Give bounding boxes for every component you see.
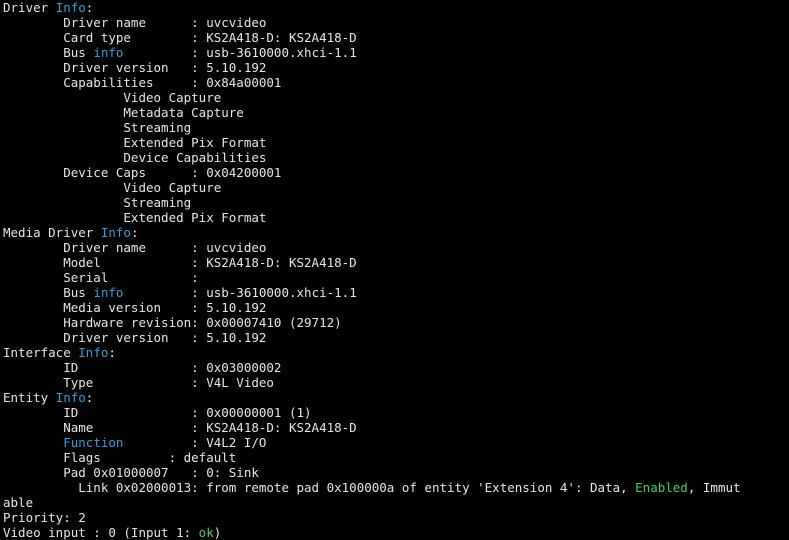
terminal-line: Streaming — [3, 195, 789, 210]
line-text: Driver name : uvcvideo — [3, 240, 267, 255]
keyword-highlight: info — [93, 285, 124, 300]
line-text: Extended Pix Format — [3, 135, 267, 150]
line-text: Type : V4L Video — [3, 375, 274, 390]
line-text: Driver version : 5.10.192 — [3, 330, 267, 345]
terminal-line: Media Driver Info: — [3, 225, 789, 240]
status-highlight: ok — [198, 525, 214, 540]
keyword-highlight: Function — [63, 435, 124, 450]
line-text: : V4L2 I/O — [123, 435, 267, 450]
terminal-line: Pad 0x01000007 : 0: Sink — [3, 465, 789, 480]
line-text: Flags : default — [3, 450, 237, 465]
line-text: ID : 0x00000001 (1) — [3, 405, 312, 420]
line-text: Driver name : uvcvideo — [3, 15, 267, 30]
line-text: Entity — [3, 390, 56, 405]
line-text: , Immut — [687, 480, 741, 495]
terminal-line: Priority: 2 — [3, 510, 789, 525]
keyword-highlight: info — [93, 45, 124, 60]
terminal-line: Type : V4L Video — [3, 375, 789, 390]
terminal-line: Extended Pix Format — [3, 210, 789, 225]
line-text: : usb-3610000.xhci-1.1 — [123, 285, 357, 300]
line-text: Model : KS2A418-D: KS2A418-D — [3, 255, 357, 270]
line-text: Metadata Capture — [3, 105, 244, 120]
keyword-highlight: Info — [55, 390, 86, 405]
terminal-line: Interface Info: — [3, 345, 789, 360]
terminal-line: Video Capture — [3, 90, 789, 105]
line-text: Driver — [3, 0, 56, 15]
line-text: Hardware revision: 0x00007410 (29712) — [3, 315, 342, 330]
line-text: Driver version : 5.10.192 — [3, 60, 267, 75]
keyword-highlight: Info — [100, 225, 131, 240]
terminal-line: Function : V4L2 I/O — [3, 435, 789, 450]
keyword-highlight: Info — [78, 345, 109, 360]
terminal-line: ID : 0x03000002 — [3, 360, 789, 375]
line-text: Bus — [3, 285, 94, 300]
line-text: Bus — [3, 45, 94, 60]
line-text: able — [3, 495, 34, 510]
status-highlight: Enabled — [635, 480, 688, 495]
terminal-line: Entity Info: — [3, 390, 789, 405]
line-text: : usb-3610000.xhci-1.1 — [123, 45, 357, 60]
line-text: Media version : 5.10.192 — [3, 300, 267, 315]
terminal-line: able — [3, 495, 789, 510]
line-text: Device Capabilities — [3, 150, 267, 165]
terminal-line: Capabilities : 0x84a00001 — [3, 75, 789, 90]
line-text: Extended Pix Format — [3, 210, 267, 225]
line-text: : — [85, 390, 94, 405]
terminal-line: Metadata Capture — [3, 105, 789, 120]
terminal-line: Driver version : 5.10.192 — [3, 330, 789, 345]
terminal-output[interactable]: Driver Info: Driver name : uvcvideo Card… — [0, 0, 789, 540]
terminal-line: Bus info : usb-3610000.xhci-1.1 — [3, 45, 789, 60]
terminal-line: Model : KS2A418-D: KS2A418-D — [3, 255, 789, 270]
terminal-line: Name : KS2A418-D: KS2A418-D — [3, 420, 789, 435]
line-text: Serial : — [3, 270, 199, 285]
line-text: : — [85, 0, 94, 15]
line-text: Link 0x02000013: from remote pad 0x10000… — [3, 480, 636, 495]
terminal-line: Device Capabilities — [3, 150, 789, 165]
terminal-line: Serial : — [3, 270, 789, 285]
terminal-line: Flags : default — [3, 450, 789, 465]
line-text: Video Capture — [3, 90, 222, 105]
line-text: Interface — [3, 345, 79, 360]
line-text: Device Caps : 0x04200001 — [3, 165, 282, 180]
terminal-line: Device Caps : 0x04200001 — [3, 165, 789, 180]
line-text: Card type : KS2A418-D: KS2A418-D — [3, 30, 357, 45]
line-text: : — [108, 345, 116, 360]
terminal-line: Video input : 0 (Input 1: ok) — [3, 525, 789, 540]
line-text: ID : 0x03000002 — [3, 360, 282, 375]
terminal-line: Link 0x02000013: from remote pad 0x10000… — [3, 480, 789, 495]
keyword-highlight: Info — [55, 0, 86, 15]
line-text: Capabilities : 0x84a00001 — [3, 75, 282, 90]
terminal-line: ID : 0x00000001 (1) — [3, 405, 789, 420]
line-text: Streaming — [3, 120, 192, 135]
terminal-line: Bus info : usb-3610000.xhci-1.1 — [3, 285, 789, 300]
line-text: Priority: 2 — [3, 510, 86, 525]
line-text: : — [130, 225, 139, 240]
line-text: Streaming — [3, 195, 192, 210]
terminal-line: Media version : 5.10.192 — [3, 300, 789, 315]
terminal-line: Video Capture — [3, 180, 789, 195]
terminal-line: Streaming — [3, 120, 789, 135]
terminal-line: Driver name : uvcvideo — [3, 240, 789, 255]
line-text: Media Driver — [3, 225, 101, 240]
terminal-line: Hardware revision: 0x00007410 (29712) — [3, 315, 789, 330]
line-text: Video input : 0 (Input 1: — [3, 525, 199, 540]
line-text — [3, 435, 63, 450]
terminal-line: Extended Pix Format — [3, 135, 789, 150]
terminal-line: Driver version : 5.10.192 — [3, 60, 789, 75]
line-text: ) — [213, 525, 222, 540]
line-text: Pad 0x01000007 : 0: Sink — [3, 465, 259, 480]
terminal-line: Driver Info: — [3, 0, 789, 15]
terminal-line: Driver name : uvcvideo — [3, 15, 789, 30]
line-text: Video Capture — [3, 180, 222, 195]
terminal-line: Card type : KS2A418-D: KS2A418-D — [3, 30, 789, 45]
line-text: Name : KS2A418-D: KS2A418-D — [3, 420, 357, 435]
